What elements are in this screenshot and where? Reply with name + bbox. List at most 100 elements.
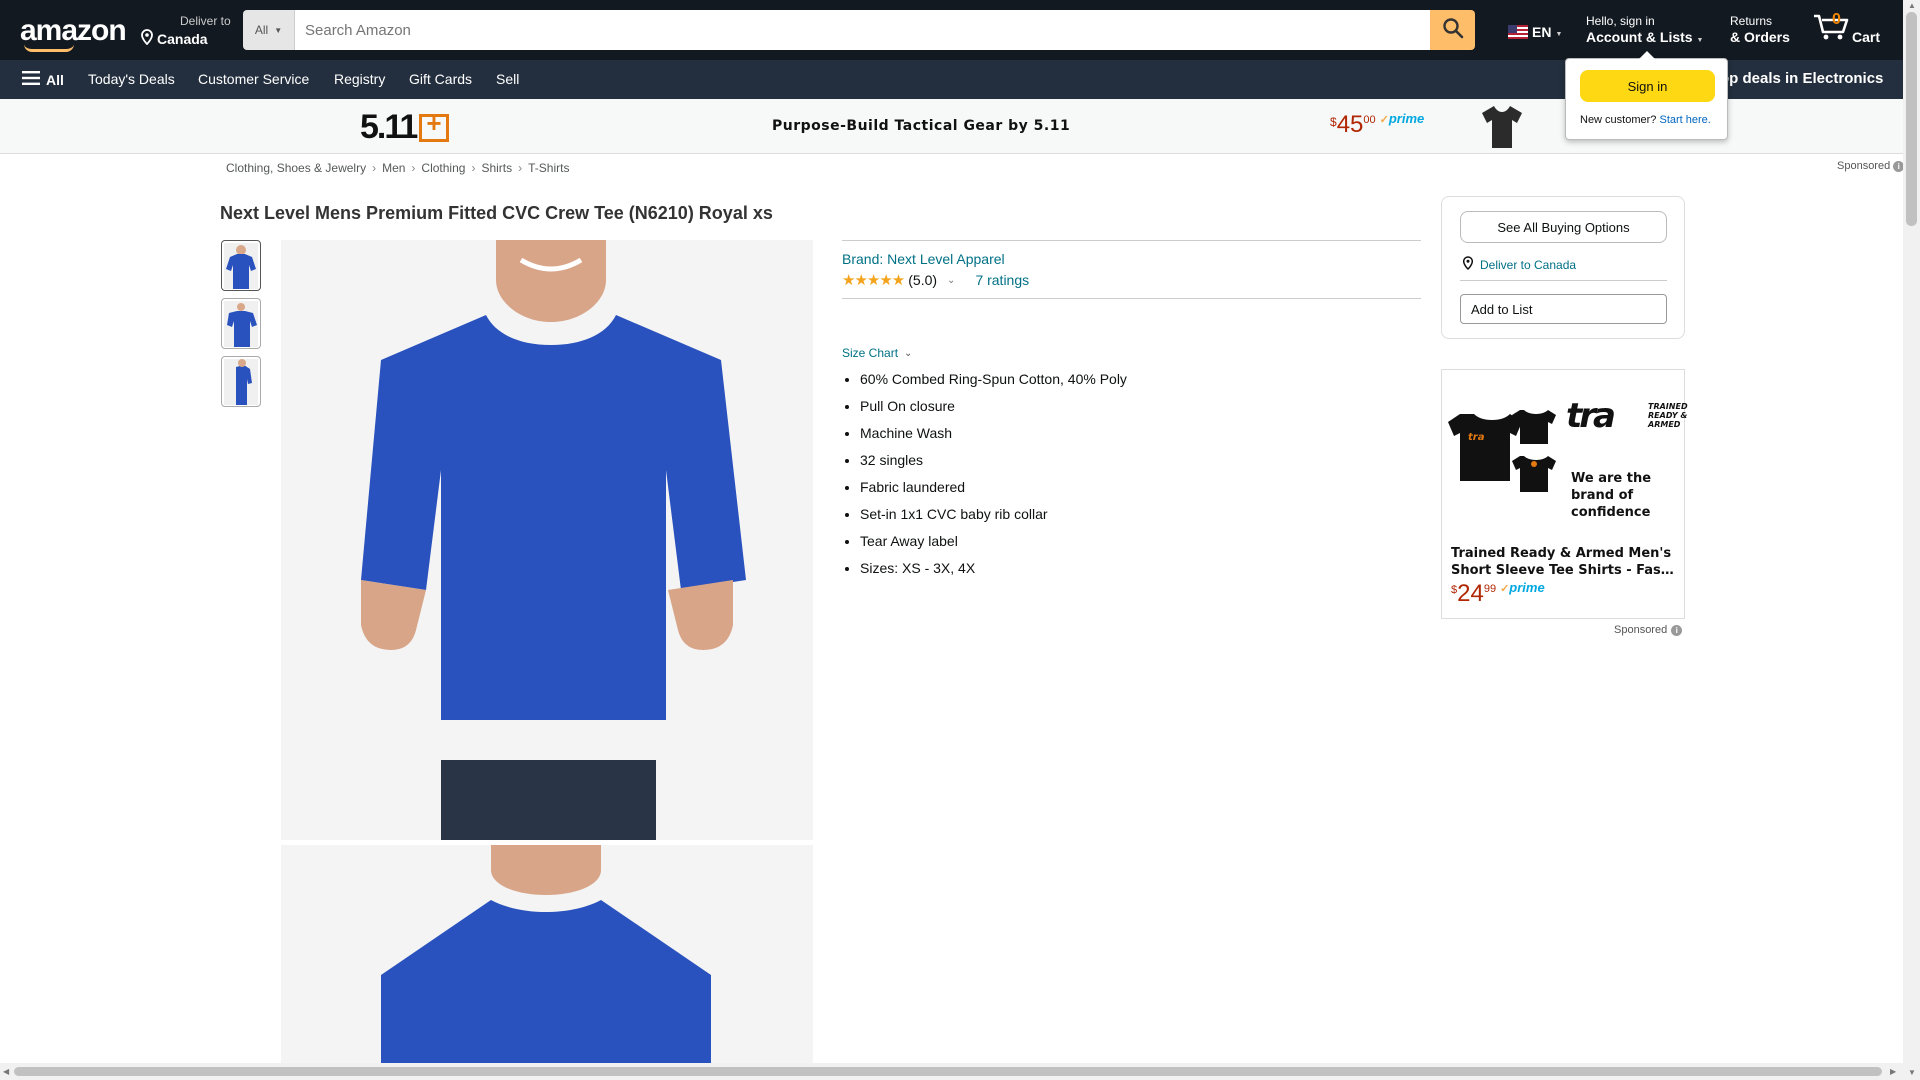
deliver-to-link[interactable]: Deliver to Canada	[140, 14, 231, 48]
thumbnail-front-2[interactable]	[221, 298, 261, 349]
rating-value: (5.0)	[908, 272, 938, 288]
sponsored-label-top[interactable]: Sponsored i	[1837, 160, 1905, 172]
nav-todays-deals[interactable]: Today's Deals	[88, 71, 175, 87]
price-cents: 99	[1483, 583, 1497, 595]
breadcrumb-clothing-shoes-jewelry[interactable]: Clothing, Shoes & Jewelry	[226, 161, 366, 175]
cart-label: Cart	[1852, 29, 1881, 45]
tra-logo-subtext: TRAINED READY & ARMED	[1648, 402, 1688, 429]
ad-product-name-line2[interactable]: Short Sleeve Tee Shirts - Fashio...	[1451, 563, 1679, 578]
ad-product-name-line1[interactable]: Trained Ready & Armed Men's	[1451, 545, 1679, 563]
chevron-down-icon[interactable]: ⌄	[947, 275, 955, 286]
all-menu-button[interactable]: All	[22, 71, 64, 88]
returns-label: Returns	[1730, 14, 1773, 28]
orders-label: & Orders	[1730, 29, 1790, 45]
start-here-link[interactable]: Start here.	[1659, 114, 1710, 126]
banner-price: $ 45 00 prime	[1330, 111, 1424, 139]
buy-box: See All Buying Options Deliver to Canada…	[1441, 196, 1685, 339]
deliver-to-country: Canada	[157, 30, 208, 47]
sponsored-text: Sponsored	[1837, 160, 1891, 172]
vertical-scroll-thumb[interactable]	[1906, 12, 1917, 226]
secondary-product-image[interactable]	[281, 845, 813, 1065]
feature-bullet: 32 singles	[860, 452, 1127, 468]
location-pin-icon	[1462, 256, 1474, 273]
main-product-image[interactable]	[281, 240, 813, 840]
thumbnail-side[interactable]	[221, 356, 261, 407]
search-icon	[1442, 17, 1464, 44]
chevron-right-icon: ›	[518, 161, 523, 175]
deliver-to-label: Deliver to	[180, 14, 231, 28]
info-icon: i	[1671, 624, 1683, 636]
thumbnail-front[interactable]	[221, 240, 261, 291]
nav-gift-cards[interactable]: Gift Cards	[409, 71, 472, 87]
breadcrumb-shirts[interactable]: Shirts	[481, 161, 512, 175]
brand-logo-text: 5.11	[360, 108, 418, 146]
sponsored-label-ad[interactable]: Sponsored i	[1614, 624, 1683, 636]
search-category-dropdown[interactable]: All ▼	[243, 10, 295, 50]
ad-shirts-image: tra	[1446, 400, 1564, 535]
chevron-right-icon: ›	[372, 161, 377, 175]
tra-brand-logo: tra TRAINED READY & ARMED	[1566, 396, 1688, 436]
breadcrumb-clothing[interactable]: Clothing	[421, 161, 465, 175]
svg-text:tra: tra	[1468, 432, 1485, 443]
divider	[842, 240, 1421, 241]
see-all-buying-options-button[interactable]: See All Buying Options	[1460, 211, 1667, 243]
all-menu-label: All	[46, 71, 64, 88]
scroll-down-arrow-icon[interactable]: ▼	[1908, 1068, 1916, 1077]
nav-promo-electronics[interactable]: op deals in Electronics	[1720, 70, 1883, 87]
breadcrumb-men[interactable]: Men	[382, 161, 405, 175]
size-chart-label: Size Chart	[842, 346, 899, 360]
breadcrumb-t-shirts[interactable]: T-Shirts	[528, 161, 569, 175]
divider	[1460, 280, 1667, 281]
nav-sell[interactable]: Sell	[496, 71, 519, 87]
star-rating-icon[interactable]: ★★★★★	[842, 271, 905, 289]
language-label: EN	[1532, 24, 1552, 40]
location-pin-icon	[140, 29, 154, 48]
brand-link[interactable]: Brand: Next Level Apparel	[842, 251, 1421, 267]
signin-button[interactable]: Sign in	[1580, 70, 1715, 102]
vertical-scrollbar[interactable]: ▲ ▼	[1903, 0, 1920, 1080]
price-cents: 00	[1363, 114, 1376, 126]
account-greeting: Hello, sign in	[1586, 14, 1655, 28]
feature-bullet: Set-in 1x1 CVC baby rib collar	[860, 506, 1127, 522]
nav-registry[interactable]: Registry	[334, 71, 385, 87]
divider	[842, 298, 1421, 299]
horizontal-scrollbar[interactable]: ◀ ▶	[0, 1063, 1903, 1080]
nav-customer-service[interactable]: Customer Service	[198, 71, 309, 87]
chevron-right-icon: ›	[411, 161, 416, 175]
banner-shirt-image[interactable]	[1480, 104, 1524, 155]
price-whole: 24	[1457, 580, 1484, 607]
us-flag-icon	[1508, 25, 1528, 39]
sponsored-text: Sponsored	[1614, 624, 1668, 636]
product-info: Brand: Next Level Apparel ★★★★★ (5.0) ⌄ …	[842, 240, 1421, 299]
feature-bullet: Tear Away label	[860, 533, 1127, 549]
caret-down-icon: ▼	[274, 25, 283, 35]
account-lists-menu[interactable]: Hello, sign in Account & Lists ▼	[1586, 14, 1703, 45]
add-to-list-button[interactable]: Add to List	[1460, 294, 1667, 324]
sponsored-ad-card[interactable]: tra tra TRAINED READY & ARMED We are the…	[1441, 369, 1688, 619]
scroll-left-arrow-icon[interactable]: ◀	[3, 1067, 9, 1076]
amazon-logo[interactable]: amazon	[20, 14, 127, 48]
cart-link[interactable]: 0 Cart	[1812, 11, 1881, 47]
language-selector[interactable]: EN ▼	[1508, 24, 1562, 40]
size-chart-link[interactable]: Size Chart ⌄	[842, 346, 912, 360]
deliver-to-canada-label: Deliver to Canada	[1480, 257, 1577, 272]
feature-bullet: Pull On closure	[860, 398, 1127, 414]
hamburger-icon	[22, 71, 40, 88]
search-input[interactable]	[295, 10, 1430, 50]
top-nav: amazon Deliver to Canada All ▼ EN ▼ Hell…	[0, 0, 1903, 60]
scroll-right-arrow-icon[interactable]: ▶	[1890, 1067, 1896, 1076]
deliver-to-canada-link[interactable]: Deliver to Canada	[1462, 256, 1576, 273]
feature-bullet: Machine Wash	[860, 425, 1127, 441]
ratings-count-link[interactable]: 7 ratings	[975, 272, 1029, 288]
horizontal-scroll-thumb[interactable]	[14, 1067, 1882, 1076]
returns-orders-link[interactable]: Returns & Orders	[1730, 14, 1790, 45]
scroll-up-arrow-icon[interactable]: ▲	[1908, 1, 1916, 10]
feature-bullets: 60% Combed Ring-Spun Cotton, 40% Poly Pu…	[860, 371, 1127, 587]
signin-flyout: Sign in New customer? Start here.	[1565, 51, 1728, 140]
caret-down-icon: ▼	[1555, 30, 1563, 38]
product-title: Next Level Mens Premium Fitted CVC Crew …	[220, 203, 773, 223]
search-button[interactable]	[1430, 10, 1475, 50]
search-category-label: All	[254, 23, 269, 37]
ad-tagline: We are the brand of confidence	[1571, 471, 1652, 520]
prime-badge: prime	[1380, 111, 1424, 126]
